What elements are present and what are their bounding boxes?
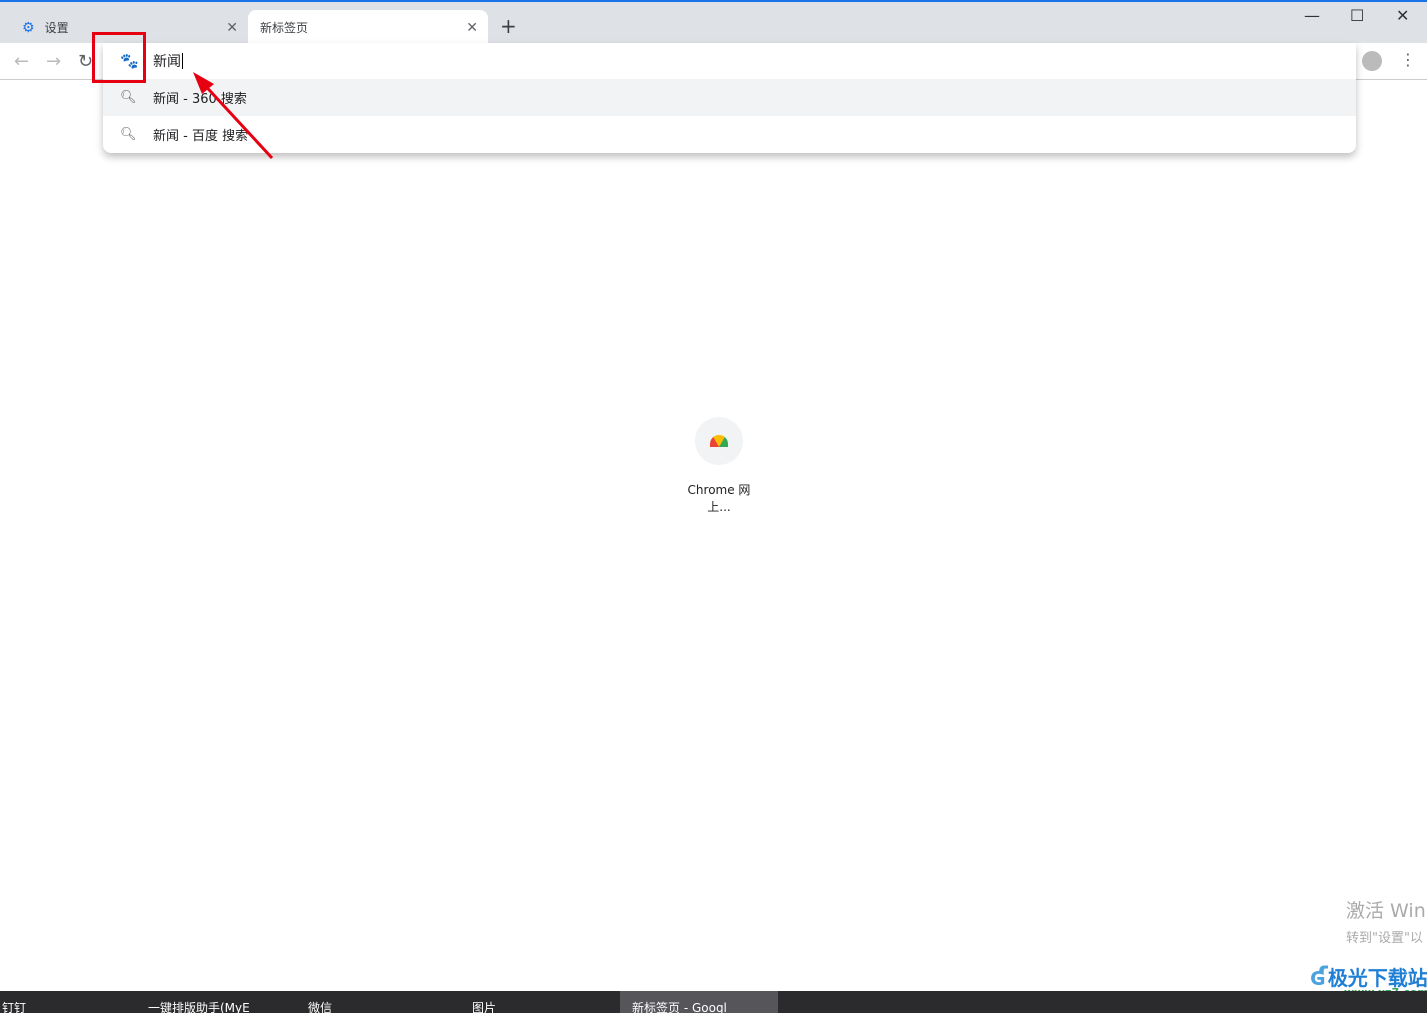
taskbar-item-chrome[interactable]: 新标签页 - Googl (620, 991, 778, 1015)
maximize-button[interactable]: ☐ (1350, 6, 1364, 25)
profile-avatar[interactable] (1362, 51, 1382, 71)
menu-kebab-icon[interactable]: ⋮ (1400, 50, 1416, 69)
chrome-web-store-icon (695, 417, 743, 465)
taskbar-item[interactable]: 一键排版助手(MyE (148, 999, 250, 1016)
watermark-line1: 激活 Win (1346, 900, 1426, 922)
shortcut-label: Chrome 网上... (687, 483, 751, 514)
annotation-arrow (193, 72, 274, 160)
close-window-button[interactable]: ✕ (1396, 6, 1409, 25)
activation-watermark: 激活 Win 转到"设置"以 (1346, 896, 1426, 946)
taskbar: 钉钉 一键排版助手(MyE 微信 图片 新标签页 - Googl (0, 991, 1427, 1016)
watermark-line2: 转到"设置"以 (1346, 931, 1423, 946)
taskbar-item[interactable]: 图片 (472, 999, 496, 1016)
taskbar-item[interactable]: 微信 (308, 999, 332, 1016)
close-tab-icon[interactable]: ✕ (466, 20, 478, 36)
minimize-button[interactable]: — (1304, 6, 1320, 25)
shortcut-chrome-web-store[interactable]: Chrome 网上... (676, 417, 762, 515)
taskbar-item[interactable]: 钉钉 (2, 999, 26, 1016)
new-tab-button[interactable]: + (500, 14, 517, 38)
